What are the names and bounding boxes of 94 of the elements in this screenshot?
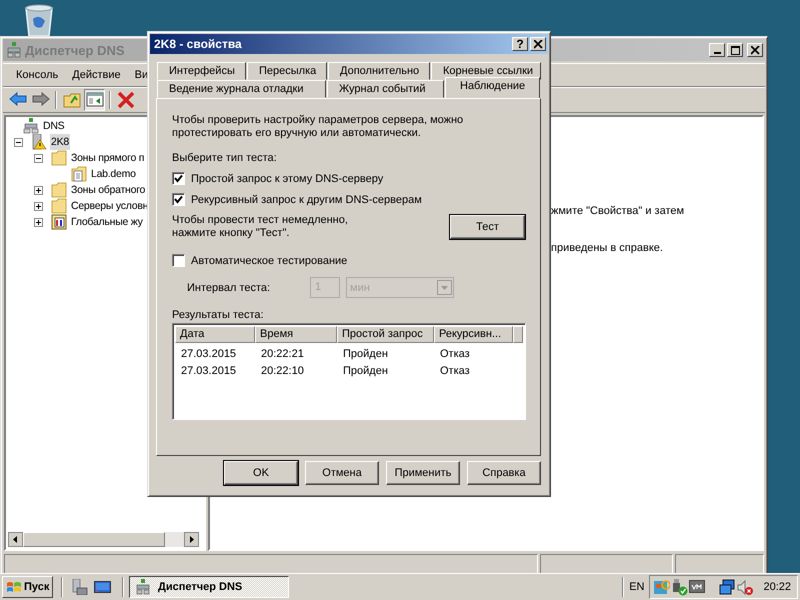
tree-item[interactable]: Зоны прямого п: [70, 150, 146, 166]
checkbox[interactable]: [172, 193, 185, 206]
tree-item[interactable]: Зоны обратного: [70, 182, 146, 198]
tab[interactable]: Журнал событий: [327, 80, 444, 98]
windows-logo-icon: [6, 580, 22, 594]
expand-icon[interactable]: [34, 202, 43, 210]
column-header[interactable]: Рекурсивн...: [434, 326, 513, 343]
maximize-icon: [730, 46, 740, 54]
dialog-button[interactable]: Отмена: [305, 461, 379, 485]
dialog-button[interactable]: Применить: [386, 461, 460, 485]
folder-icon: [51, 150, 67, 166]
network-icon[interactable]: [719, 578, 736, 596]
column-header[interactable]: Дата: [175, 326, 255, 343]
check-icon: [174, 195, 183, 204]
checkbox[interactable]: [172, 172, 185, 185]
test-button[interactable]: Тест: [450, 215, 525, 239]
checkbox-label: Простой запрос к этому DNS-серверу: [191, 172, 384, 184]
description-text: Чтобы проверить настройку параметров сервера, можно протестировать его вручную или автоматически.: [172, 114, 464, 140]
tab[interactable]: Дополнительно: [328, 62, 430, 80]
expand-icon[interactable]: [34, 218, 43, 226]
collapse-icon[interactable]: [34, 154, 43, 162]
checkbox-label: Автоматическое тестирование: [191, 254, 348, 266]
table-cell-text: Пройден: [342, 364, 389, 376]
table-cell-text: 27.03.2015: [180, 348, 238, 360]
dialog-title: 2K8 - свойства: [154, 37, 242, 51]
tree-item[interactable]: Серверы условн: [70, 198, 150, 214]
check-icon: [174, 174, 183, 183]
table-cell-text: Пройден: [342, 348, 389, 360]
server-toolbox-icon: [70, 579, 88, 595]
tab[interactable]: Наблюдение: [445, 77, 540, 98]
taskbar-button[interactable]: Диспетчер DNS: [129, 576, 289, 598]
tree-item[interactable]: 2K8: [50, 134, 70, 150]
close-icon: [750, 46, 760, 54]
clock[interactable]: 20:22: [763, 581, 791, 593]
instruction-text: Чтобы провести тест немедленно, нажмите кнопку "Тест".: [172, 214, 349, 240]
dns-manager-icon: [7, 42, 21, 58]
tab[interactable]: Ведение журнала отладки: [157, 80, 326, 98]
tree-item[interactable]: Lab.demo: [90, 166, 137, 182]
folder-icon: [51, 198, 67, 214]
column-header[interactable]: Время: [255, 326, 337, 343]
language-indicator[interactable]: EN: [629, 581, 644, 593]
vm-icon[interactable]: [689, 578, 706, 596]
checkbox-label: Рекурсивный запрос к другим DNS-серверам: [191, 194, 422, 206]
zone-file-icon: [71, 166, 87, 182]
tree-item[interactable]: DNS: [42, 118, 66, 134]
close-button[interactable]: [530, 37, 546, 51]
dialog-button[interactable]: Справка: [467, 461, 541, 485]
forward-arrow-icon: [32, 91, 50, 109]
minimize-button[interactable]: [709, 43, 725, 57]
checkbox[interactable]: [172, 254, 185, 267]
table-cell-text: Отказ: [439, 364, 471, 376]
menu-item[interactable]: Консоль: [9, 69, 66, 81]
dns-manager-icon: [136, 579, 150, 595]
folder-icon: [51, 182, 67, 198]
column-header: [513, 326, 523, 343]
dialog-button[interactable]: OK: [224, 461, 298, 485]
column-header[interactable]: Простой запрос: [337, 326, 434, 343]
tab[interactable]: Интерфейсы: [157, 62, 246, 80]
maximize-button[interactable]: [727, 43, 743, 57]
delete-x-icon: [116, 91, 134, 109]
section-label: Результаты теста:: [172, 309, 265, 321]
expand-icon[interactable]: [34, 186, 43, 194]
back-arrow-icon: [8, 91, 26, 109]
field-label: Интервал теста:: [187, 282, 272, 294]
server-network-icon: [23, 118, 39, 134]
help-text: приведены в справке.: [551, 242, 664, 254]
horizontal-scrollbar[interactable]: [8, 532, 199, 547]
close-button[interactable]: [747, 43, 763, 57]
section-label: Выберите тип теста:: [172, 152, 278, 164]
scroll-right-icon: [184, 532, 199, 547]
menu-item[interactable]: Действие: [65, 69, 128, 81]
minimize-icon: [714, 52, 720, 54]
table-cell-text: 20:22:21: [260, 348, 305, 360]
tab[interactable]: Пересылка: [247, 62, 327, 80]
muted-speaker-icon[interactable]: [737, 578, 754, 596]
console-tree-icon: [86, 91, 104, 109]
start-button[interactable]: Пуск: [2, 576, 53, 598]
table-cell-text: 27.03.2015: [180, 364, 238, 376]
folder-up-icon: [62, 91, 80, 109]
event-log-icon: [51, 214, 67, 230]
table-cell-text: 20:22:10: [260, 364, 305, 376]
usb-check-icon[interactable]: [671, 578, 688, 596]
close-icon: [534, 40, 542, 48]
delete-x-button[interactable]: [115, 89, 136, 111]
tree-item[interactable]: Глобальные жу: [70, 214, 144, 230]
help-text: жмите "Свойства" и затем: [551, 205, 686, 217]
table-cell-text: Отказ: [439, 348, 471, 360]
console-tree-button[interactable]: [84, 89, 105, 111]
help-button[interactable]: ?: [512, 37, 528, 51]
monitor-icon: [94, 579, 110, 595]
server-warning-icon: [31, 134, 47, 150]
scroll-thumb[interactable]: [23, 532, 165, 547]
scroll-left-icon: [8, 532, 23, 547]
collapse-icon[interactable]: [14, 138, 23, 146]
